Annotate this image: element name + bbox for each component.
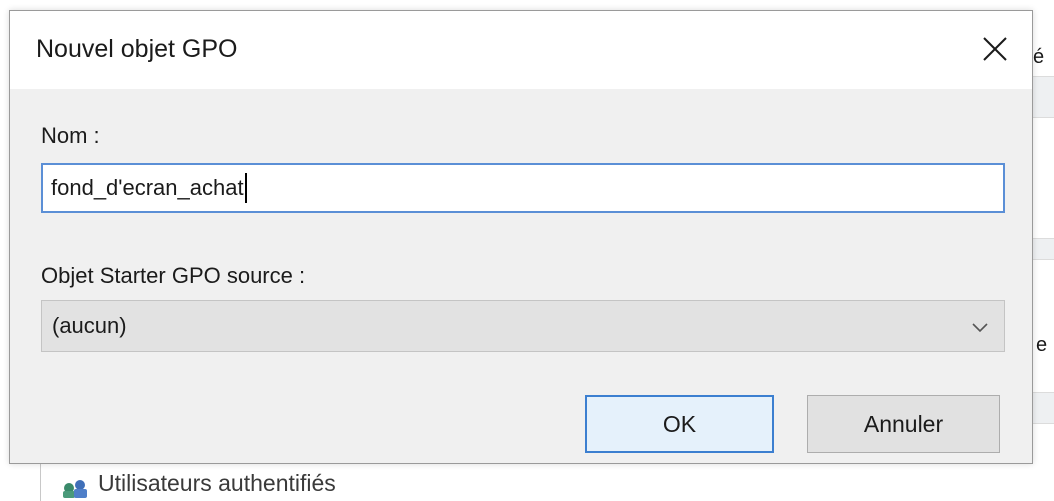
background-band [1032,238,1054,260]
chevron-down-icon [972,323,988,333]
close-icon [983,37,1007,61]
ok-button[interactable]: OK [585,395,774,453]
text-caret [244,173,247,203]
background-band [1032,392,1054,424]
screen: é e Utilisateurs authentifiés Nouvel obj… [0,0,1054,501]
background-text-fragment: e [1036,334,1048,356]
background-text-fragment: é [1033,46,1045,68]
background-list-row-label: Utilisateurs authentifiés [98,470,336,496]
close-button[interactable] [970,25,1020,75]
users-group-icon [63,480,87,498]
name-input-value: fond_d'ecran_achat [51,175,244,200]
dialog-titlebar[interactable]: Nouvel objet GPO [10,11,1032,89]
cancel-button[interactable]: Annuler [807,395,1000,453]
background-band [1032,76,1054,118]
name-input[interactable]: fond_d'ecran_achat [41,163,1005,213]
new-gpo-dialog: Nouvel objet GPO Nom : fond_d'ecran_acha… [9,10,1033,464]
starter-gpo-selected-value: (aucun) [52,313,127,338]
starter-gpo-select[interactable]: (aucun) [41,300,1005,352]
starter-gpo-label: Objet Starter GPO source : [41,263,306,288]
dialog-title: Nouvel objet GPO [36,35,238,63]
name-label: Nom : [41,123,100,148]
